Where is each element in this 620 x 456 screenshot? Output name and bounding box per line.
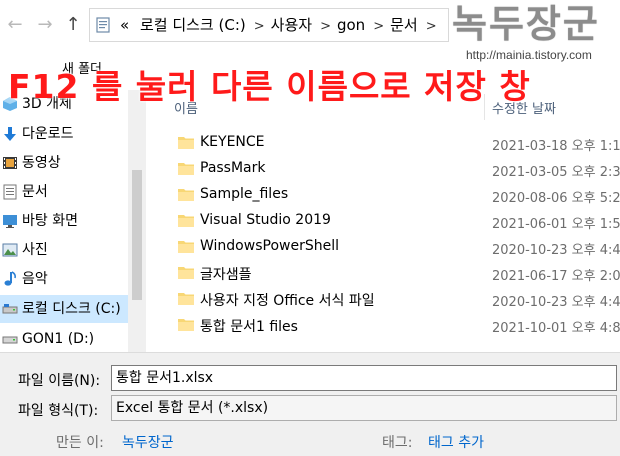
drive-icon (2, 336, 18, 344)
forward-button[interactable]: → (34, 13, 56, 37)
folder-icon (178, 241, 194, 253)
navigation-pane: 3D 개체 다운로드 동영상 문서 바탕 화면 사진 음악 로컬 디스크 (C:… (0, 90, 128, 352)
file-row[interactable]: Sample_files 2020-08-06 오후 5:2 (148, 182, 620, 208)
sidebar-item-label: GON1 (D:) (22, 331, 95, 347)
breadcrumb: « 로컬 디스크 (C:) > 사용자 > gon > 문서 > (120, 9, 443, 41)
folder-icon (178, 319, 194, 331)
address-bar[interactable]: « 로컬 디스크 (C:) > 사용자 > gon > 문서 > (89, 8, 449, 42)
folder-icon (178, 189, 194, 201)
chevron-right-icon: > (425, 19, 437, 34)
drive-icon (2, 304, 18, 314)
sidebar-item-label: 문서 (22, 184, 48, 200)
file-name: WindowsPowerShell (200, 238, 339, 254)
filetype-label: 파일 형식(T): (18, 403, 99, 419)
file-date: 2020-10-23 오후 4:4 (492, 295, 620, 310)
file-row[interactable]: KEYENCE 2021-03-18 오후 1:1 (148, 130, 620, 156)
sidebar-item-label: 사진 (22, 242, 48, 258)
sidebar-item-label: 음악 (22, 271, 48, 287)
breadcrumb-item[interactable]: gon (337, 16, 365, 34)
author-label: 만든 이: (56, 435, 104, 451)
folder-icon (178, 293, 194, 305)
document-icon (3, 184, 17, 200)
file-row[interactable]: 글자샘플 2021-06-17 오후 2:0 (148, 260, 620, 286)
sidebar-item-music[interactable]: 음악 (0, 265, 128, 293)
sidebar-item-downloads[interactable]: 다운로드 (0, 120, 128, 148)
chevron-right-icon: > (320, 19, 331, 34)
navigation-scrollbar[interactable] (128, 90, 146, 352)
chevron-right-icon: > (253, 19, 265, 34)
document-location-icon (96, 17, 110, 33)
file-name: Visual Studio 2019 (200, 212, 331, 228)
folder-icon (178, 215, 194, 227)
file-date: 2021-06-01 오후 1:5 (492, 217, 620, 232)
breadcrumb-item[interactable]: 로컬 디스크 (C:) (140, 16, 246, 34)
file-row[interactable]: PassMark 2021-03-05 오후 2:3 (148, 156, 620, 182)
tags-value[interactable]: 태그 추가 (428, 432, 484, 452)
file-date: 2021-03-05 오후 2:3 (492, 165, 620, 180)
file-row[interactable]: 사용자 지정 Office 서식 파일 2020-10-23 오후 4:4 (148, 286, 620, 312)
sidebar-item-desktop[interactable]: 바탕 화면 (0, 207, 128, 235)
file-date: 2020-10-23 오후 4:4 (492, 243, 620, 258)
filename-label: 파일 이름(N): (18, 373, 101, 389)
tags-label: 태그: (382, 435, 413, 451)
sidebar-item-videos[interactable]: 동영상 (0, 149, 128, 177)
file-row[interactable]: Visual Studio 2019 2021-06-01 오후 1:5 (148, 208, 620, 234)
file-name: 통합 문서1 files (200, 319, 298, 332)
sidebar-item-label: 다운로드 (22, 126, 74, 142)
filename-input[interactable]: 통합 문서1.xlsx (111, 365, 617, 391)
folder-icon (178, 163, 194, 175)
sidebar-item-pictures[interactable]: 사진 (0, 236, 128, 264)
file-name: PassMark (200, 160, 266, 176)
author-value[interactable]: 녹두장군 (122, 432, 174, 452)
chevron-right-icon: > (373, 19, 385, 34)
scrollbar-thumb[interactable] (132, 170, 142, 300)
file-date: 2021-03-18 오후 1:1 (492, 139, 620, 154)
sidebar-item-local-disk-c[interactable]: 로컬 디스크 (C:) (0, 295, 128, 323)
file-name: KEYENCE (200, 134, 265, 150)
file-name: 사용자 지정 Office 서식 파일 (200, 293, 375, 309)
back-button[interactable]: ← (4, 13, 26, 37)
save-form: 파일 이름(N): 통합 문서1.xlsx 파일 형식(T): Excel 통합… (0, 352, 620, 456)
watermark-title: 녹두장군 (452, 1, 600, 46)
sidebar-item-gon1-d[interactable]: GON1 (D:) (0, 325, 128, 352)
file-name: 글자샘플 (200, 267, 252, 283)
filetype-select[interactable]: Excel 통합 문서 (*.xlsx) (111, 395, 617, 421)
folder-icon (178, 267, 194, 279)
instruction-banner: F12 를 눌러 다른 이름으로 저장 창 (8, 67, 531, 106)
breadcrumb-item[interactable]: 문서 (390, 16, 418, 34)
breadcrumb-overflow-chevron[interactable]: « (120, 16, 129, 34)
desktop-icon (3, 215, 17, 228)
breadcrumb-item[interactable]: 사용자 (271, 16, 312, 34)
file-name: Sample_files (200, 186, 289, 202)
file-date: 2021-10-01 오후 4:8 (492, 321, 620, 332)
pictures-icon (2, 243, 18, 257)
download-icon (4, 127, 16, 141)
sidebar-item-label: 동영상 (22, 155, 61, 171)
file-date: 2020-08-06 오후 5:2 (492, 191, 620, 206)
sidebar-item-label: 바탕 화면 (22, 213, 78, 229)
music-icon (4, 271, 16, 286)
folder-icon (178, 137, 194, 149)
file-row[interactable]: 통합 문서1 files 2021-10-01 오후 4:8 (148, 312, 620, 332)
up-button[interactable]: ↑ (62, 13, 84, 37)
file-row[interactable]: WindowsPowerShell 2020-10-23 오후 4:4 (148, 234, 620, 260)
video-icon (3, 157, 17, 169)
file-date: 2021-06-17 오후 2:0 (492, 269, 620, 284)
sidebar-item-label: 로컬 디스크 (C:) (22, 301, 121, 317)
sidebar-item-documents[interactable]: 문서 (0, 178, 128, 206)
file-list: 이름 수정한 날짜 KEYENCE 2021-03-18 오후 1:1 PassMa… (148, 90, 620, 332)
